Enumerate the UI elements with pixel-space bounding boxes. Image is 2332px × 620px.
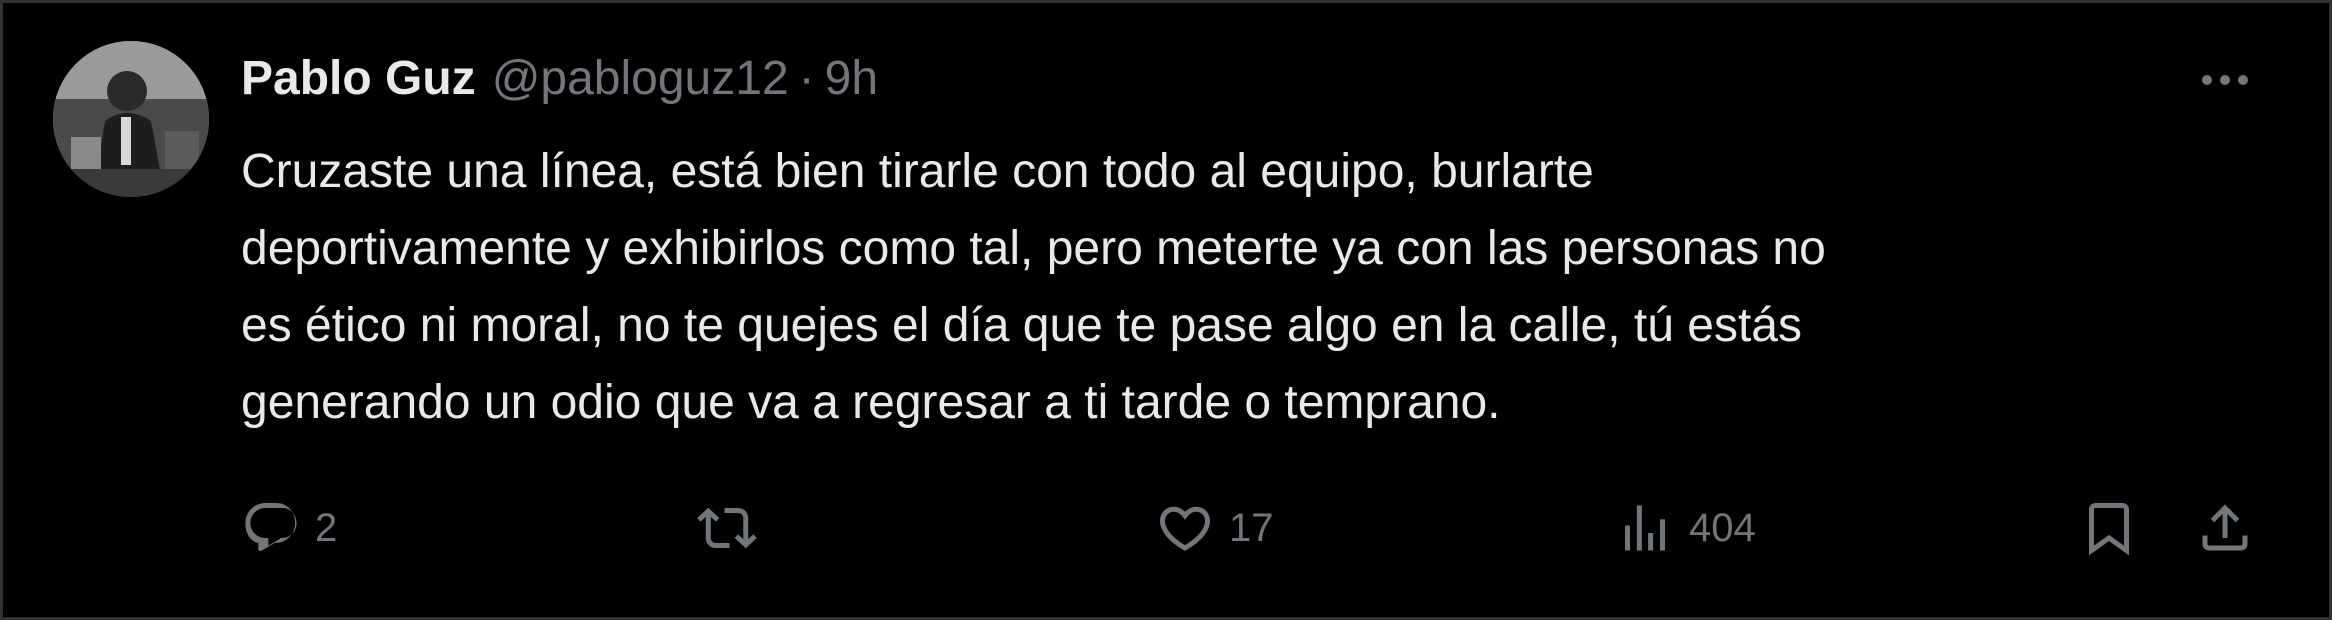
tweet-text-line: Cruzaste una línea, está bien tirarle co… [241, 145, 1594, 198]
tweet-text-line: deportivamente y exhibirlos como tal, pe… [241, 222, 1826, 275]
share-icon [2202, 504, 2248, 551]
like-button[interactable]: 17 [1155, 493, 1274, 563]
tweet-actions-bar: 2 17 404 [3, 493, 2332, 563]
heart-icon [1159, 506, 1211, 551]
reply-button[interactable]: 2 [241, 493, 337, 563]
author-handle[interactable]: @pabloguz12 [492, 47, 789, 111]
more-dots-icon [2202, 75, 2248, 85]
retweet-icon [697, 507, 757, 549]
share-button[interactable] [2195, 493, 2255, 563]
reply-count: 2 [315, 505, 338, 550]
author-avatar[interactable] [53, 41, 209, 197]
tweet-header: Pablo Guz @pabloguz12 · 9h [241, 47, 878, 111]
views-button[interactable]: 404 [1615, 493, 1756, 563]
reply-icon [245, 503, 297, 552]
tweet-card[interactable]: Pablo Guz @pabloguz12 · 9h Cruzaste una … [0, 0, 2332, 620]
header-separator: · [798, 52, 815, 105]
profile-photo-icon [53, 41, 209, 197]
tweet-text: Cruzaste una línea, está bien tirarle co… [241, 133, 2261, 441]
bookmark-icon [2089, 503, 2129, 556]
bookmark-button[interactable] [2079, 493, 2139, 563]
views-count: 404 [1689, 505, 1756, 550]
tweet-text-line: es ético ni moral, no te quejes el día q… [241, 299, 1802, 352]
tweet-timestamp[interactable]: 9h [825, 47, 878, 111]
author-display-name[interactable]: Pablo Guz [241, 47, 476, 111]
like-count: 17 [1229, 505, 1274, 550]
retweet-button[interactable] [697, 493, 771, 563]
views-icon [1625, 505, 1665, 551]
tweet-text-line: generando un odio que va a regresar a ti… [241, 376, 1501, 429]
more-options-button[interactable] [2185, 55, 2265, 105]
